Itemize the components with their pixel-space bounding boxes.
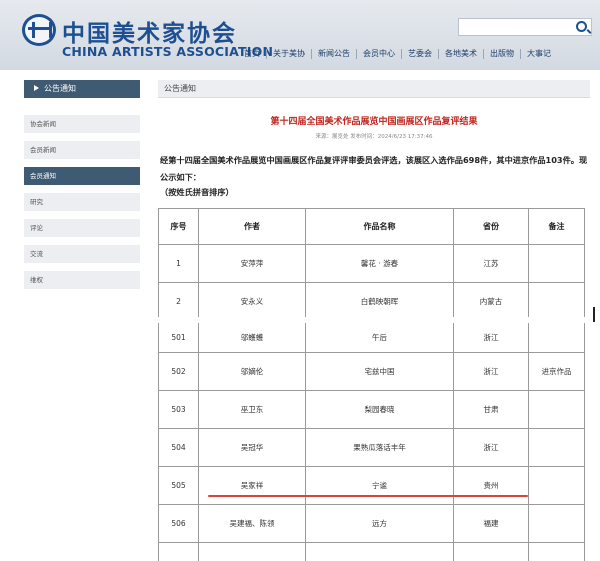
cell-author: 安永义 (198, 282, 306, 321)
search-icon[interactable] (576, 21, 587, 32)
cell-author: 邬嫡伦 (198, 352, 306, 391)
section-title-bar: 公告通知 (158, 80, 590, 98)
header-cell-index: 序号 (158, 208, 199, 245)
screenshot-splice-gap (156, 317, 596, 323)
cell-work: 宁谧 (305, 466, 454, 505)
cell-author: 巫卫东 (198, 390, 306, 429)
table-row: 502 邬嫡伦 宅兹中国 浙江 进京作品 (158, 352, 585, 391)
order-note: （按姓氏拼音排序） (160, 187, 234, 197)
cell-index: 502 (158, 352, 199, 391)
table-row: 1 安萍萍 馨花 · 游春 江苏 (158, 244, 585, 283)
table-row: 504 吴冠华 果熟瓜落话丰年 浙江 (158, 428, 585, 467)
cell-note (528, 282, 585, 321)
table-row: 2 安永义 白鹤映朝晖 内蒙古 (158, 282, 585, 321)
table-row: 503 巫卫东 梨园春晓 甘肃 (158, 390, 585, 429)
nav-regional-art[interactable]: 各地美术 (438, 49, 483, 59)
cell-index: 503 (158, 390, 199, 429)
sidebar: 公告通知 协会新闻 会员新闻 会员通知 研究 评论 交流 维权 (24, 80, 140, 289)
article-meta: 来源：展览处 发布时间：2024/6/23 17:37:46 (315, 134, 433, 140)
cell-work: 白鹤映朝晖 (305, 282, 454, 321)
cell-work: 果熟瓜落话丰年 (305, 428, 454, 467)
cell-province: 福建 (453, 504, 529, 543)
cell-author: 吴冠华 (198, 428, 306, 467)
nav-members[interactable]: 会员中心 (356, 49, 401, 59)
nav-about[interactable]: 关于美协 (266, 49, 311, 59)
table-row: 501 邬蠖蠖 午后 浙江 (158, 322, 585, 353)
cell-province: 浙江 (453, 352, 529, 391)
cell-author: 邬蠖蠖 (198, 322, 306, 353)
table-row: 506 吴建福、陈领 远方 福建 (158, 504, 585, 543)
table-row-partial (158, 542, 585, 561)
header-cell-note: 备注 (528, 208, 585, 245)
cell-index: 505 (158, 466, 199, 505)
logo-chinese-name[interactable]: 中国美术家协会 (62, 14, 237, 48)
cell-note (528, 504, 585, 543)
article-title: 第十四届全国美术作品展览中国画展区作品复评结果 (270, 117, 478, 127)
sidebar-item-association-news[interactable]: 协会新闻 (24, 115, 140, 133)
highlight-underline (208, 495, 528, 497)
main-nav: 首页 关于美协 新闻公告 会员中心 艺委会 各地美术 出版物 大事记 (238, 47, 557, 61)
sidebar-item-member-news[interactable]: 会员新闻 (24, 141, 140, 159)
cell-work: 梨园春晓 (305, 390, 454, 429)
nav-events[interactable]: 大事记 (520, 49, 557, 59)
cell-author: 吴建福、陈领 (198, 504, 306, 543)
cell-province: 内蒙古 (453, 282, 529, 321)
cell-work: 远方 (305, 504, 454, 543)
header-cell-work: 作品名称 (305, 208, 454, 245)
header-cell-author: 作者 (198, 208, 306, 245)
cell-note: 进京作品 (528, 352, 585, 391)
sidebar-item-member-notice[interactable]: 会员通知 (24, 167, 140, 185)
article-intro: 经第十四届全国美术作品展览中国画展区作品复评评审委员会评选，该展区入选作品698… (160, 155, 588, 182)
table-row-highlighted: 505 吴家祥 宁谧 贵州 (158, 466, 585, 505)
nav-news[interactable]: 新闻公告 (311, 49, 356, 59)
cell-work: 午后 (305, 322, 454, 353)
main-content: 公告通知 第十四届全国美术作品展览中国画展区作品复评结果 来源：展览处 发布时间… (158, 80, 590, 198)
site-header: 中国美术家协会 CHINA ARTISTS ASSOCIATION 首页 关于美… (0, 0, 600, 70)
results-table-bottom: 501 邬蠖蠖 午后 浙江 502 邬嫡伦 宅兹中国 浙江 进京作品 503 巫… (158, 322, 585, 561)
header-cell-province: 省份 (453, 208, 529, 245)
association-seal-icon[interactable] (22, 14, 56, 46)
table-header-row: 序号 作者 作品名称 省份 备注 (158, 208, 585, 245)
cell-note (528, 244, 585, 283)
cell-author: 安萍萍 (198, 244, 306, 283)
text-cursor-icon (593, 307, 595, 322)
sidebar-item-exchange[interactable]: 交流 (24, 245, 140, 263)
cell-index: 2 (158, 282, 199, 321)
nav-art-committee[interactable]: 艺委会 (401, 49, 438, 59)
cell-index: 501 (158, 322, 199, 353)
sidebar-item-rights[interactable]: 维权 (24, 271, 140, 289)
results-table-top: 序号 作者 作品名称 省份 备注 1 安萍萍 馨花 · 游春 江苏 2 安永义 … (158, 208, 585, 321)
cell-note (528, 390, 585, 429)
sidebar-item-review[interactable]: 评论 (24, 219, 140, 237)
cell-province: 江苏 (453, 244, 529, 283)
nav-home[interactable]: 首页 (238, 49, 266, 59)
search-input[interactable] (458, 18, 592, 36)
cell-work: 宅兹中国 (305, 352, 454, 391)
cell-province: 浙江 (453, 428, 529, 467)
cell-index: 506 (158, 504, 199, 543)
cell-author: 吴家祥 (198, 466, 306, 505)
cell-index: 1 (158, 244, 199, 283)
cell-work: 馨花 · 游春 (305, 244, 454, 283)
nav-publications[interactable]: 出版物 (483, 49, 520, 59)
sidebar-item-research[interactable]: 研究 (24, 193, 140, 211)
cell-province: 贵州 (453, 466, 529, 505)
cell-note (528, 466, 585, 505)
cell-note (528, 322, 585, 353)
cell-index: 504 (158, 428, 199, 467)
cell-note (528, 428, 585, 467)
cell-province: 甘肃 (453, 390, 529, 429)
sidebar-heading: 公告通知 (24, 80, 140, 98)
cell-province: 浙江 (453, 322, 529, 353)
